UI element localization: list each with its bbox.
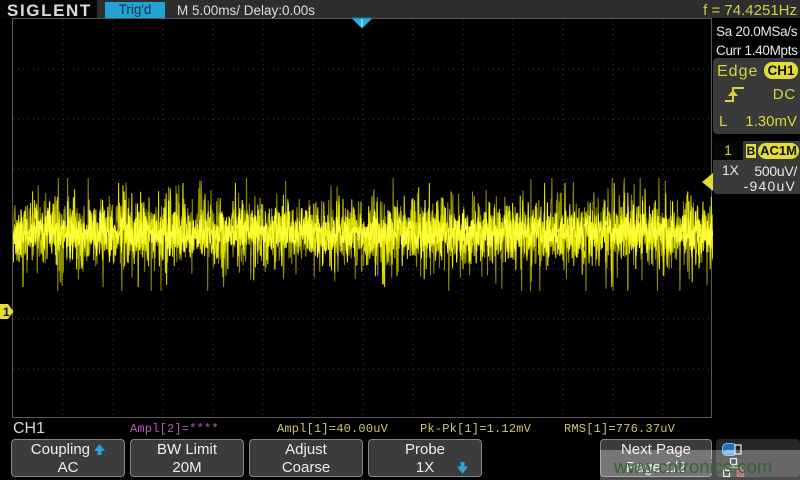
svg-text:1: 1 <box>3 305 10 319</box>
